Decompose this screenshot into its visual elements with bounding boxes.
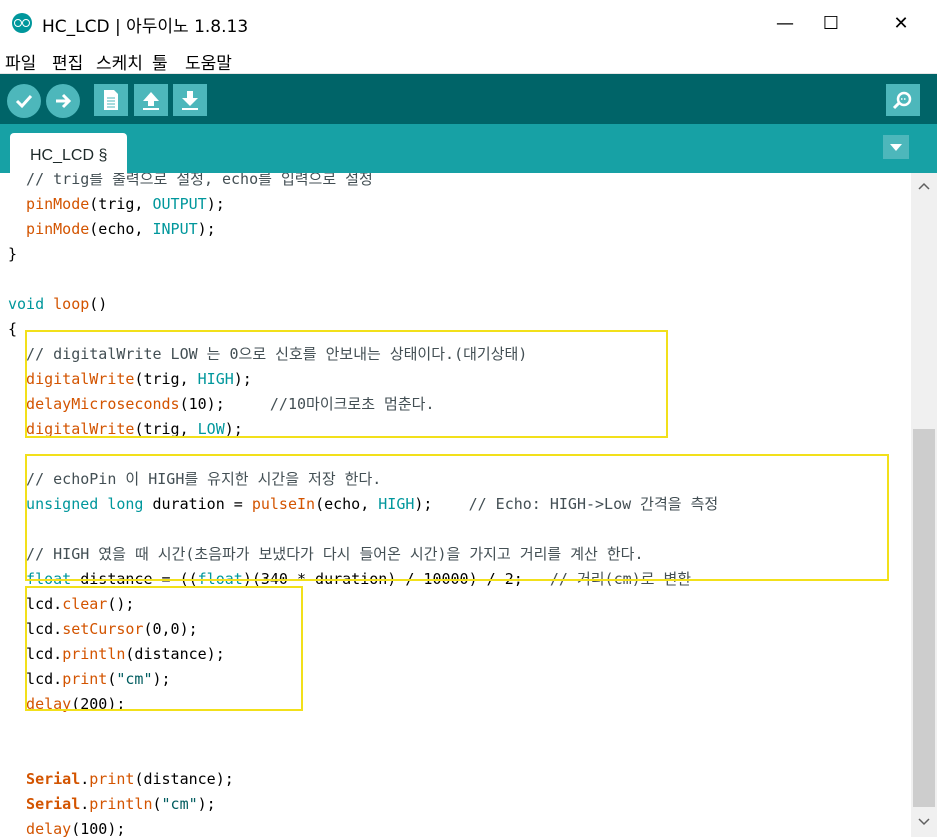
toolbar	[0, 74, 937, 124]
code-token: OUTPUT	[152, 195, 207, 213]
new-icon	[104, 90, 118, 110]
code-token: {	[8, 320, 18, 338]
new-sketch-button[interactable]	[94, 84, 128, 116]
scroll-thumb[interactable]	[913, 429, 935, 807]
title-bar: HC_LCD | 아두이노 1.8.13 — ☐ ✕	[0, 0, 937, 46]
code-line[interactable]: }	[8, 242, 17, 267]
code-line[interactable]: Serial.print(distance);	[8, 767, 234, 792]
vertical-scrollbar[interactable]	[911, 173, 937, 837]
verify-button[interactable]	[7, 84, 41, 118]
code-token: INPUT	[152, 220, 198, 238]
code-token: // trig를 출력으로 설정, echo를 입력으로 설정	[8, 173, 373, 188]
code-line[interactable]: delay(100);	[8, 817, 125, 837]
code-line[interactable]: pinMode(trig, OUTPUT);	[8, 192, 225, 217]
highlight-box-duration	[25, 454, 889, 581]
code-token: .	[80, 795, 90, 813]
highlight-box-lcd	[25, 586, 303, 711]
code-line[interactable]: {	[8, 317, 17, 342]
code-token: loop	[53, 295, 90, 313]
chevron-down-icon	[890, 144, 902, 151]
upload-button[interactable]	[46, 84, 80, 118]
open-icon	[143, 92, 159, 110]
close-button[interactable]: ✕	[878, 6, 924, 40]
code-token: (echo,	[89, 220, 153, 238]
code-token: );	[197, 795, 216, 813]
menu-tools[interactable]: 툴	[152, 49, 168, 74]
code-token: }	[8, 245, 18, 263]
code-token: pinMode	[8, 220, 90, 238]
code-line[interactable]: Serial.println("cm");	[8, 792, 216, 817]
save-sketch-button[interactable]	[173, 84, 207, 116]
window-title: HC_LCD | 아두이노 1.8.13	[42, 17, 249, 37]
maximize-button[interactable]: ☐	[808, 6, 854, 40]
tab-label: HC_LCD §	[30, 147, 108, 164]
code-token: void	[8, 295, 45, 313]
tab-bar: HC_LCD §	[0, 124, 937, 173]
code-token: print	[89, 770, 135, 788]
verify-icon	[15, 94, 33, 109]
code-token: delay	[8, 820, 72, 837]
tab-menu-button[interactable]	[883, 135, 909, 159]
code-token: println	[89, 795, 153, 813]
menu-file[interactable]: 파일	[5, 49, 36, 74]
code-line[interactable]: // trig를 출력으로 설정, echo를 입력으로 설정	[8, 173, 373, 192]
code-token: "cm"	[161, 795, 198, 813]
code-token: (	[152, 795, 162, 813]
code-token: Serial	[8, 770, 81, 788]
menu-edit[interactable]: 편집	[52, 49, 83, 74]
menu-sketch[interactable]: 스케치	[96, 49, 143, 74]
scroll-down-arrow-icon[interactable]	[911, 811, 937, 833]
save-icon	[182, 91, 198, 110]
code-token: );	[206, 195, 225, 213]
code-token: (trig,	[89, 195, 153, 213]
menu-help[interactable]: 도움말	[185, 49, 232, 74]
serial-monitor-icon	[892, 91, 912, 110]
upload-icon	[56, 93, 72, 109]
highlight-box-trigger	[25, 330, 668, 438]
code-line[interactable]: pinMode(echo, INPUT);	[8, 217, 216, 242]
code-token: (100);	[71, 820, 126, 837]
code-token: pinMode	[8, 195, 90, 213]
code-token: .	[80, 770, 90, 788]
minimize-button[interactable]: —	[762, 6, 808, 40]
code-token: (distance);	[134, 770, 234, 788]
open-sketch-button[interactable]	[134, 84, 168, 116]
code-token: Serial	[8, 795, 81, 813]
scroll-up-arrow-icon[interactable]	[911, 175, 937, 197]
arduino-logo-icon	[12, 13, 32, 33]
serial-monitor-button[interactable]	[886, 84, 920, 116]
tab-hc-lcd[interactable]: HC_LCD §	[10, 133, 127, 173]
code-editor[interactable]: } delay(100); Serial.println("cm"); Seri…	[0, 173, 911, 837]
code-token: ()	[89, 295, 108, 313]
code-token: );	[197, 220, 216, 238]
menu-bar: 파일 편집 스케치 툴 도움말	[0, 46, 937, 74]
code-line[interactable]: void loop()	[8, 292, 107, 317]
